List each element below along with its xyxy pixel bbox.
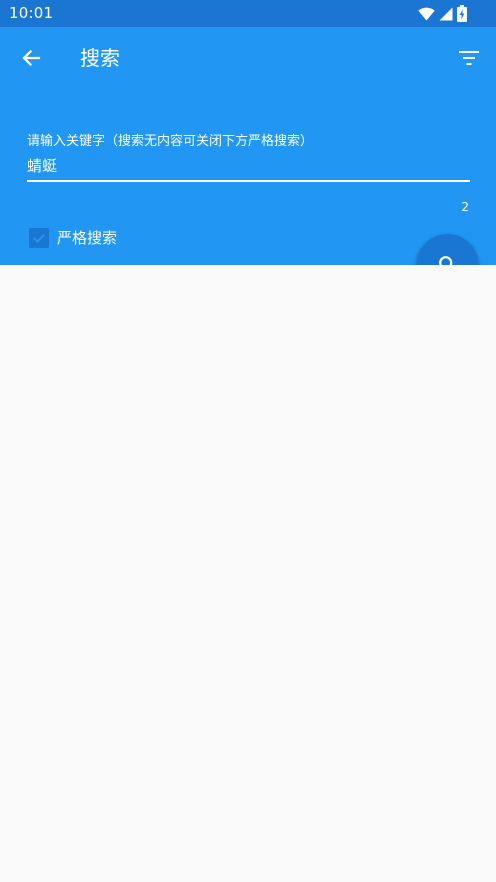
back-button[interactable] — [14, 41, 48, 75]
status-bar: 10:01 — [0, 0, 496, 27]
search-field-label: 请输入关键字（搜索无内容可关闭下方严格搜索） — [27, 134, 314, 149]
app-header: 搜索 请输入关键字（搜索无内容可关闭下方严格搜索） 2 严格搜索 — [0, 27, 496, 265]
search-field: 请输入关键字（搜索无内容可关闭下方严格搜索） — [27, 133, 470, 182]
check-icon — [33, 233, 45, 243]
wifi-icon — [418, 7, 435, 20]
arrow-back-icon — [22, 49, 41, 67]
results-area — [0, 265, 496, 882]
status-time: 10:01 — [9, 4, 54, 22]
page-title: 搜索 — [80, 46, 120, 70]
strict-search-label: 严格搜索 — [57, 229, 118, 247]
strict-search-option[interactable]: 严格搜索 — [29, 227, 117, 249]
battery-charging-icon — [457, 5, 467, 22]
filter-list-icon — [459, 51, 479, 65]
filter-button[interactable] — [452, 41, 486, 75]
strict-search-checkbox[interactable] — [29, 228, 49, 248]
signal-icon — [439, 7, 453, 20]
status-icons — [418, 5, 467, 22]
character-counter: 2 — [461, 200, 469, 214]
search-input[interactable] — [27, 156, 470, 182]
